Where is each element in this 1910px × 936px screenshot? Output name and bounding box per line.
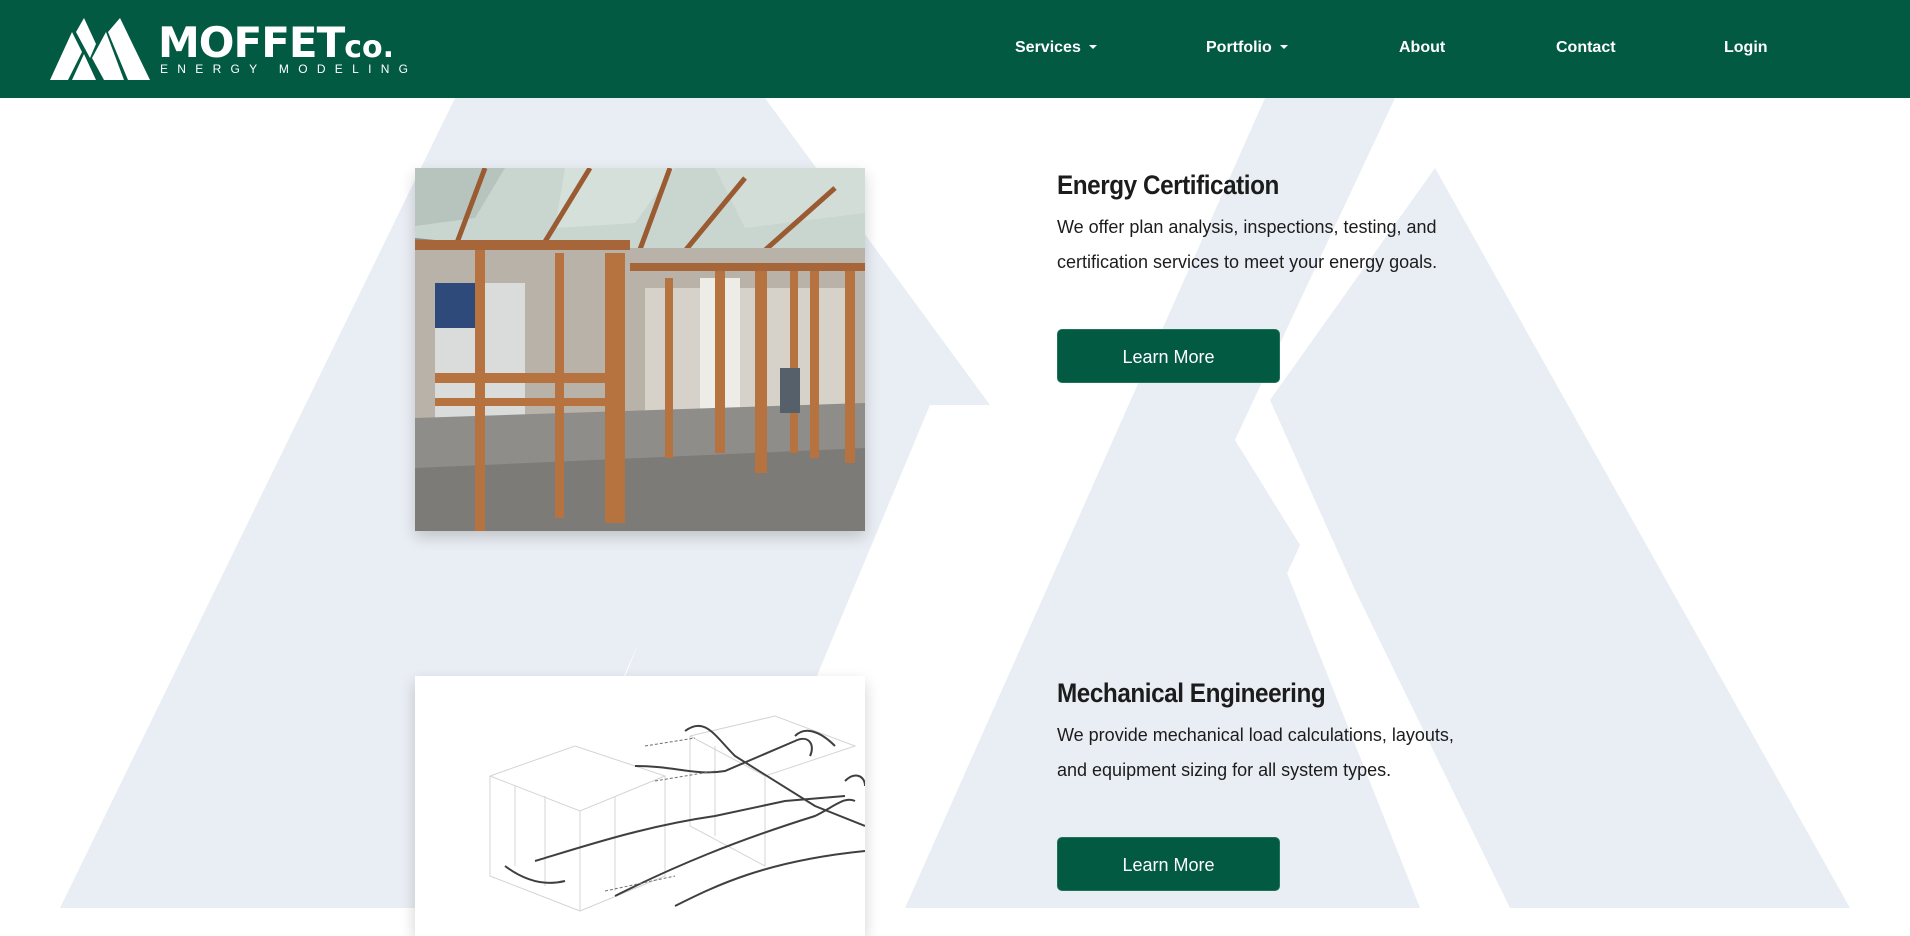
service-description: We provide mechanical load calculations,… xyxy=(1057,725,1454,780)
service-title: Mechanical Engineering xyxy=(1057,678,1326,708)
nav-about[interactable]: About xyxy=(1399,39,1445,57)
duct-layout-drawing xyxy=(415,676,865,936)
site-logo[interactable]: MOFFETco. ENERGY MODELING xyxy=(50,18,408,80)
nav-portfolio[interactable]: Portfolio xyxy=(1206,39,1288,57)
service-title: Energy Certification xyxy=(1057,170,1279,200)
chevron-down-icon xyxy=(1088,45,1097,49)
logo-tagline: ENERGY MODELING xyxy=(160,62,418,76)
nav-contact[interactable]: Contact xyxy=(1556,39,1616,57)
framed-interior-photo xyxy=(415,168,865,531)
nav-services-label: Services xyxy=(1015,39,1081,56)
background-watermark xyxy=(60,98,1850,908)
nav-portfolio-label: Portfolio xyxy=(1206,39,1272,56)
learn-more-button[interactable]: Learn More xyxy=(1057,837,1280,891)
nav-login[interactable]: Login xyxy=(1724,39,1768,57)
chevron-down-icon xyxy=(1279,45,1288,49)
mountain-logo-icon xyxy=(50,18,150,80)
service-description: We offer plan analysis, inspections, tes… xyxy=(1057,217,1438,272)
site-header: MOFFETco. ENERGY MODELING Services Portf… xyxy=(0,0,1910,98)
nav-services[interactable]: Services xyxy=(1015,39,1097,57)
learn-more-button[interactable]: Learn More xyxy=(1057,329,1280,383)
